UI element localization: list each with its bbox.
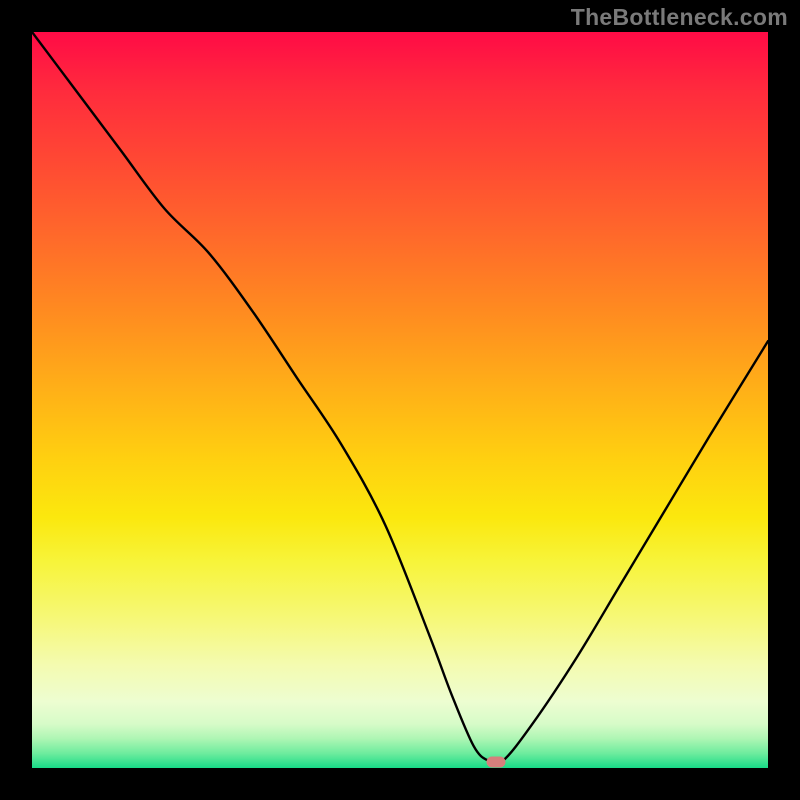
bottleneck-curve [32, 32, 768, 768]
chart-frame: TheBottleneck.com [0, 0, 800, 800]
plot-area [32, 32, 768, 768]
minimum-marker [486, 757, 505, 768]
watermark-text: TheBottleneck.com [571, 4, 788, 31]
curve-path [32, 32, 768, 764]
